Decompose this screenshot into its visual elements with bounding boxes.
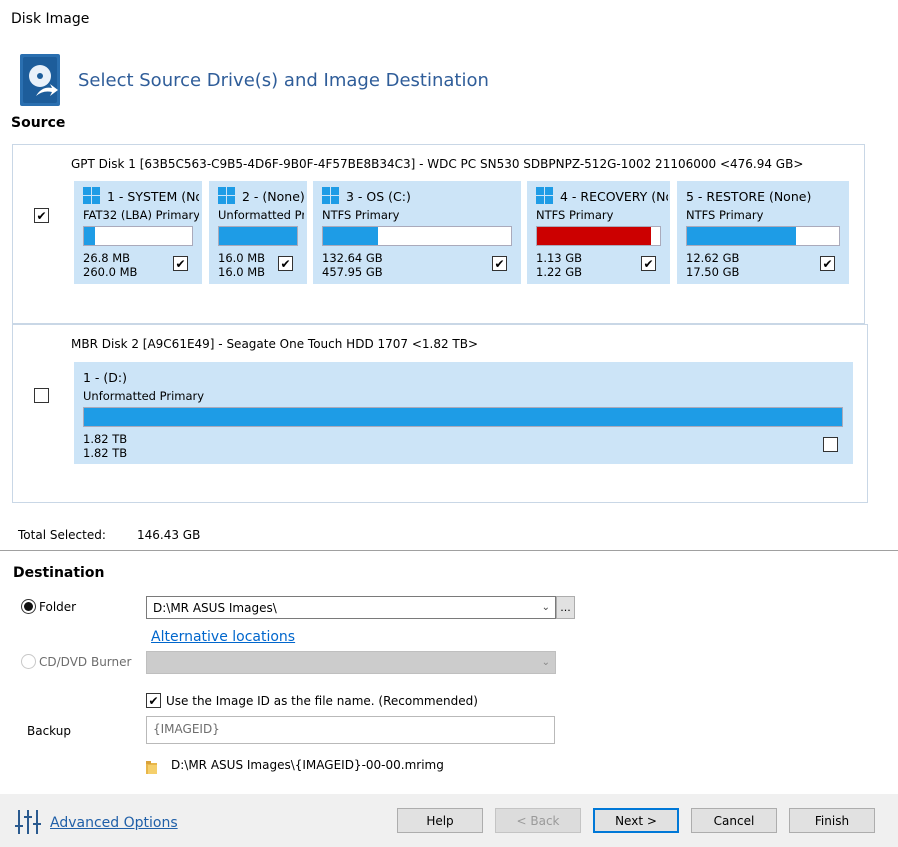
usage-bar — [536, 226, 661, 246]
total-size: 16.0 MB — [218, 265, 266, 279]
folder-label: Folder — [39, 600, 77, 614]
total-size: 1.82 TB — [83, 446, 128, 460]
partition-name: 1 - SYSTEM (None) — [107, 189, 199, 204]
cd-dvd-radio[interactable] — [21, 654, 36, 669]
usage-bar — [322, 226, 512, 246]
usage-bar — [83, 407, 843, 427]
partition-checkbox[interactable] — [641, 256, 656, 271]
disk-1-panel: GPT Disk 1 [63B5C563-C9B5-4D6F-9B0F-4F57… — [12, 144, 865, 324]
cd-dvd-combo[interactable]: ⌄ — [146, 651, 556, 674]
partition-card[interactable]: 4 - RECOVERY (None) NTFS Primary 1.13 GB… — [527, 181, 670, 284]
windows-icon — [218, 187, 235, 204]
partition-type: Unformatted Primary — [83, 389, 205, 403]
chevron-down-icon: ⌄ — [541, 657, 550, 668]
total-size: 1.22 GB — [536, 265, 583, 279]
partition-checkbox[interactable] — [823, 437, 838, 452]
cancel-button[interactable]: Cancel — [691, 808, 777, 833]
cd-dvd-label: CD/DVD Burner — [39, 655, 132, 669]
browse-button[interactable]: ... — [556, 596, 575, 619]
usage-bar — [218, 226, 298, 246]
usage-fill — [323, 227, 378, 245]
partition-card[interactable]: 5 - RESTORE (None) NTFS Primary 12.62 GB… — [677, 181, 849, 284]
folder-icon — [146, 759, 157, 774]
windows-icon — [322, 187, 339, 204]
partition-name: 4 - RECOVERY (None) — [560, 189, 668, 204]
chevron-down-icon[interactable]: ⌄ — [542, 602, 550, 613]
total-selected-value: 146.43 GB — [137, 528, 201, 542]
usage-bar — [83, 226, 193, 246]
windows-icon — [83, 187, 100, 204]
disk-2-checkbox[interactable] — [34, 388, 49, 403]
used-size: 26.8 MB — [83, 251, 131, 265]
source-heading: Source — [11, 115, 66, 131]
help-button[interactable]: Help — [397, 808, 483, 833]
alternative-locations-link[interactable]: Alternative locations — [151, 629, 295, 645]
usage-bar — [686, 226, 840, 246]
partition-checkbox[interactable] — [492, 256, 507, 271]
used-size: 1.13 GB — [536, 251, 583, 265]
total-size: 260.0 MB — [83, 265, 138, 279]
disk-1-checkbox[interactable] — [34, 208, 49, 223]
finish-button[interactable]: Finish — [789, 808, 875, 833]
folder-value: D:\MR ASUS Images\ — [153, 601, 277, 615]
disk-2-panel: MBR Disk 2 [A9C61E49] - Seagate One Touc… — [12, 324, 868, 503]
usage-fill — [219, 227, 297, 245]
partition-card[interactable]: 1 - (D:) Unformatted Primary 1.82 TB 1.8… — [74, 362, 853, 464]
backup-placeholder: {IMAGEID} — [153, 722, 220, 736]
partition-type: NTFS Primary — [686, 208, 764, 222]
backup-name-input[interactable]: {IMAGEID} — [146, 716, 555, 744]
advanced-options-icon[interactable] — [14, 808, 42, 836]
used-size: 16.0 MB — [218, 251, 266, 265]
disk-1-label: GPT Disk 1 [63B5C563-C9B5-4D6F-9B0F-4F57… — [71, 157, 804, 171]
folder-combo[interactable]: D:\MR ASUS Images\ ⌄ — [146, 596, 556, 619]
disk-image-icon — [18, 52, 64, 108]
usage-fill — [84, 408, 842, 426]
partition-checkbox[interactable] — [820, 256, 835, 271]
windows-icon — [536, 187, 553, 204]
partition-name: 3 - OS (C:) — [346, 189, 411, 204]
back-button[interactable]: < Back — [495, 808, 581, 833]
partition-name: 1 - (D:) — [83, 370, 128, 385]
folder-radio[interactable] — [21, 599, 36, 614]
disk-2-label: MBR Disk 2 [A9C61E49] - Seagate One Touc… — [71, 337, 479, 351]
title-bar: Disk Image — [0, 0, 898, 40]
used-size: 132.64 GB — [322, 251, 383, 265]
used-size: 1.82 TB — [83, 432, 128, 446]
used-size: 12.62 GB — [686, 251, 740, 265]
destination-heading: Destination — [13, 565, 105, 581]
partition-type: NTFS Primary — [536, 208, 614, 222]
backup-label: Backup — [27, 724, 71, 738]
partition-type: NTFS Primary — [322, 208, 400, 222]
divider — [0, 550, 898, 551]
usage-fill — [537, 227, 652, 245]
partition-card[interactable]: 3 - OS (C:) NTFS Primary 132.64 GB 457.9… — [313, 181, 521, 284]
total-size: 17.50 GB — [686, 265, 740, 279]
window-title: Disk Image — [11, 11, 90, 27]
partition-card[interactable]: 2 - (None) Unformatted Primary 16.0 MB 1… — [209, 181, 307, 284]
partition-checkbox[interactable] — [278, 256, 293, 271]
partition-name: 5 - RESTORE (None) — [686, 189, 812, 204]
radio-dot — [24, 602, 33, 611]
partition-name: 2 - (None) — [242, 189, 304, 204]
advanced-options-link[interactable]: Advanced Options — [50, 815, 178, 831]
total-size: 457.95 GB — [322, 265, 383, 279]
use-image-id-label: Use the Image ID as the file name. (Reco… — [166, 694, 478, 708]
partition-type: Unformatted Primary — [218, 208, 304, 222]
total-selected-label: Total Selected: — [18, 528, 106, 542]
use-image-id-checkbox[interactable] — [146, 693, 161, 708]
next-button[interactable]: Next > — [593, 808, 679, 833]
partition-type: FAT32 (LBA) Primary — [83, 208, 199, 222]
partition-checkbox[interactable] — [173, 256, 188, 271]
path-preview: D:\MR ASUS Images\{IMAGEID}-00-00.mrimg — [171, 758, 444, 772]
page-title: Select Source Drive(s) and Image Destina… — [78, 70, 489, 91]
usage-fill — [84, 227, 95, 245]
partition-card[interactable]: 1 - SYSTEM (None) FAT32 (LBA) Primary 26… — [74, 181, 202, 284]
usage-fill — [687, 227, 797, 245]
